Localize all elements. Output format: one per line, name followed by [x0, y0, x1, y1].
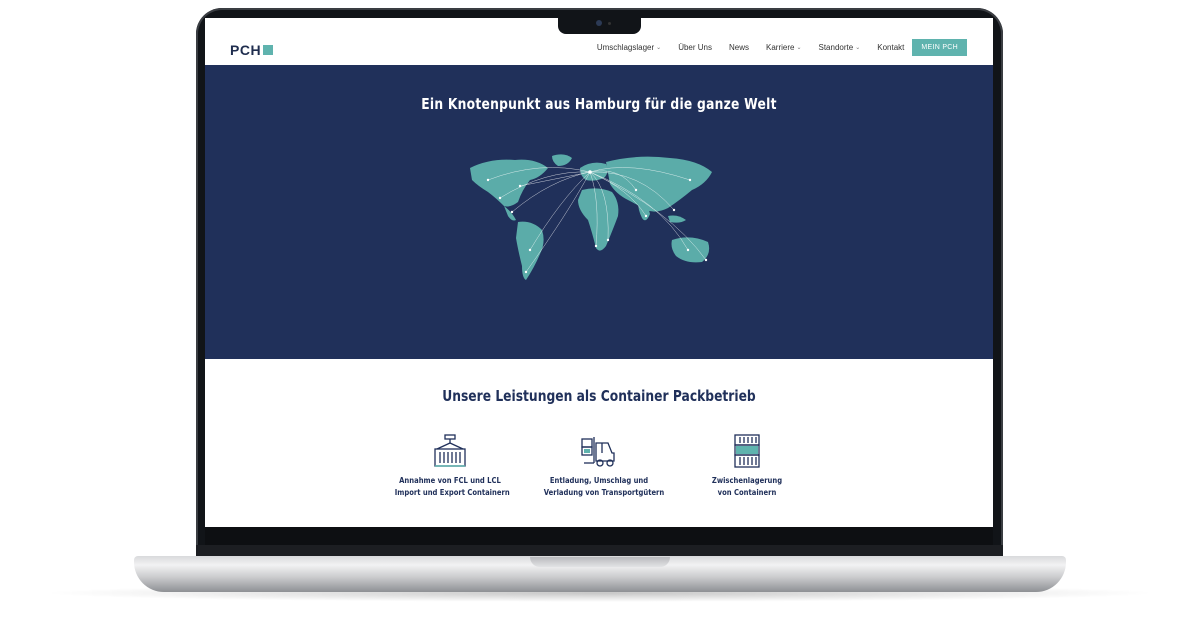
forklift-icon [581, 437, 615, 467]
service-item-entladung: Entladung, Umschlag und Verladung von Tr… [534, 433, 664, 499]
service-label-line: Annahme von FCL und LCL [399, 476, 501, 485]
camera-icon [596, 20, 602, 26]
nav-item-standorte[interactable]: Standorte ⌄ [819, 43, 861, 52]
nav-item-ueber-uns[interactable]: Über Uns [678, 43, 712, 52]
chevron-down-icon: ⌄ [855, 45, 861, 51]
laptop-opening-lip [530, 557, 670, 567]
nav-item-kontakt[interactable]: Kontakt [877, 43, 904, 52]
service-label: Entladung, Umschlag und Verladung von Tr… [543, 475, 665, 499]
logo-square-icon [263, 45, 274, 55]
hero-title: Ein Knotenpunkt aus Hamburg für die ganz… [421, 95, 777, 113]
nav-label: Standorte [818, 43, 854, 52]
services-title: Unsere Leistungen als Container Packbetr… [442, 387, 756, 405]
nav-label: News [729, 43, 750, 52]
nav-item-karriere[interactable]: Karriere ⌄ [766, 43, 801, 52]
main-navigation: Umschlagslager ⌄ Über Uns News Karriere … [580, 39, 967, 56]
chevron-down-icon: ⌄ [796, 45, 802, 51]
hero-section: Ein Knotenpunkt aus Hamburg für die ganz… [205, 65, 993, 359]
mein-pch-button[interactable]: MEIN PCH [912, 39, 967, 56]
service-label: Zwischenlagerung von Containern [692, 475, 803, 499]
service-item-annahme: Annahme von FCL und LCL Import und Expor… [385, 433, 515, 499]
service-label: Annahme von FCL und LCL Import und Expor… [394, 475, 510, 499]
service-label-line: von Containern [717, 488, 777, 497]
service-label-line: Zwischenlagerung [711, 476, 783, 485]
logo-text: PCH [230, 42, 262, 58]
nav-label: Karriere [766, 43, 795, 52]
service-item-zwischenlagerung: Zwischenlagerung von Containern [682, 433, 812, 499]
service-label-line: Verladung von Transportgütern [543, 488, 665, 497]
world-map-routes [470, 154, 712, 280]
screen-bezel-bottom [205, 527, 993, 545]
service-label-line: Entladung, Umschlag und [549, 476, 649, 485]
nav-label: Umschlagslager [596, 43, 655, 52]
container-crane-icon [434, 434, 466, 467]
stacked-containers-icon [734, 434, 760, 468]
nav-label: Über Uns [678, 43, 712, 52]
nav-label: Kontakt [877, 43, 905, 52]
site-logo[interactable]: PCH [230, 42, 274, 58]
nav-item-umschlagslager[interactable]: Umschlagslager ⌄ [597, 43, 661, 52]
camera-sensor-dot [608, 22, 611, 25]
browser-screen: PCH Umschlagslager ⌄ Über Uns News Karri… [205, 18, 993, 527]
services-section: Unsere Leistungen als Container Packbetr… [205, 359, 993, 527]
chevron-down-icon: ⌄ [656, 45, 662, 51]
service-label-line: Import und Export Containern [394, 488, 510, 497]
nav-item-news[interactable]: News [729, 43, 749, 52]
